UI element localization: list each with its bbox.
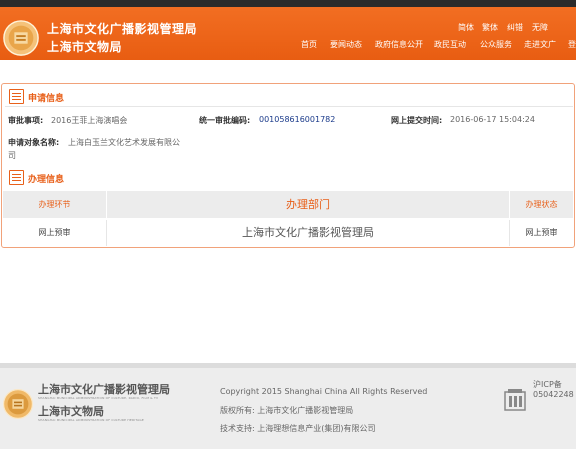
site-title-line2[interactable]: 上海市文物局 (47, 38, 122, 55)
footer-owner: 版权所有: 上海市文化广播影视管理局 (220, 406, 354, 415)
nav-news[interactable]: 要闻动态 (330, 39, 362, 50)
top-strip (0, 0, 576, 7)
icp-line1: 沪ICP备 (533, 380, 562, 389)
emblem-logo-icon (3, 389, 33, 419)
apply-section-header: 申请信息 (9, 89, 109, 105)
nav-home[interactable]: 首页 (301, 39, 317, 50)
site-footer: 上海市文化广播影视管理局 SHANGHAI MUNICIPAL ADMINIST… (0, 363, 576, 449)
code-value: 001058616001782 (259, 115, 336, 124)
footer-copyright: Copyright 2015 Shanghai China All Rights… (220, 387, 428, 396)
footer-name1: 上海市文化广播影视管理局 (38, 383, 170, 396)
site-header: 上海市文化广播影视管理局 上海市文物局 简体 繁体 纠错 无障 首页 要闻动态 … (0, 7, 576, 60)
emblem-logo-icon[interactable] (2, 19, 40, 57)
accessibility-link[interactable]: 无障 (532, 22, 548, 33)
cell-step: 网上预审 (38, 228, 71, 237)
lang-simplified-link[interactable]: 简体 (458, 22, 474, 33)
submit-time-value: 2016-06-17 15:04:24 (450, 115, 535, 124)
site-title-line1[interactable]: 上海市文化广播影视管理局 (47, 20, 197, 37)
list-icon (9, 170, 24, 185)
process-section-header: 办理信息 (9, 170, 109, 186)
code-label: 统一审批编码: (199, 116, 251, 125)
apply-section-title: 申请信息 (28, 94, 65, 104)
footer-name2: 上海市文物局 (38, 405, 104, 418)
target-value-line2: 司 (8, 151, 16, 160)
lang-traditional-link[interactable]: 繁体 (482, 22, 498, 33)
icp-text[interactable]: 沪ICP备 05042248 (533, 380, 574, 400)
target-value-line1: 上海白玉兰文化艺术发展有限公 (68, 138, 180, 147)
column-header-step: 办理环节 (38, 200, 71, 209)
divider (5, 106, 573, 107)
footer-name1-en: SHANGHAI MUNICIPAL ADMINISTRATION OF CUL… (38, 396, 159, 400)
process-table-header: 办理环节 办理部门 办理状态 (3, 191, 573, 218)
cell-status: 网上预审 (525, 228, 558, 237)
nav-services[interactable]: 公众服务 (480, 39, 512, 50)
column-header-department: 办理部门 (106, 191, 510, 218)
nav-interaction[interactable]: 政民互动 (434, 39, 466, 50)
column-header-status: 办理状态 (525, 200, 558, 209)
footer-support: 技术支持: 上海理想信息产业(集团)有限公司 (220, 424, 376, 433)
process-section-title: 办理信息 (28, 175, 65, 185)
list-icon (9, 89, 24, 104)
nav-about[interactable]: 走进文广 (524, 39, 556, 50)
nav-login[interactable]: 登 (568, 39, 576, 50)
target-label: 申请对象名称: (8, 138, 60, 147)
item-value: 2016王菲上海演唱会 (51, 116, 128, 125)
cell-department: 上海市文化广播影视管理局 (106, 220, 510, 246)
submit-time-label: 网上提交时间: (391, 116, 443, 125)
error-report-link[interactable]: 纠错 (507, 22, 523, 33)
icp-line2: 05042248 (533, 390, 574, 399)
item-label: 审批事项: (8, 116, 44, 125)
footer-name2-en: SHANGHAI MUNICIPAL ADMINISTRATION OF CUL… (38, 418, 144, 422)
table-row: 网上预审 上海市文化广播影视管理局 网上预审 (3, 220, 573, 246)
nav-gov-info[interactable]: 政府信息公开 (375, 39, 423, 50)
icp-badge-icon[interactable] (504, 388, 526, 412)
